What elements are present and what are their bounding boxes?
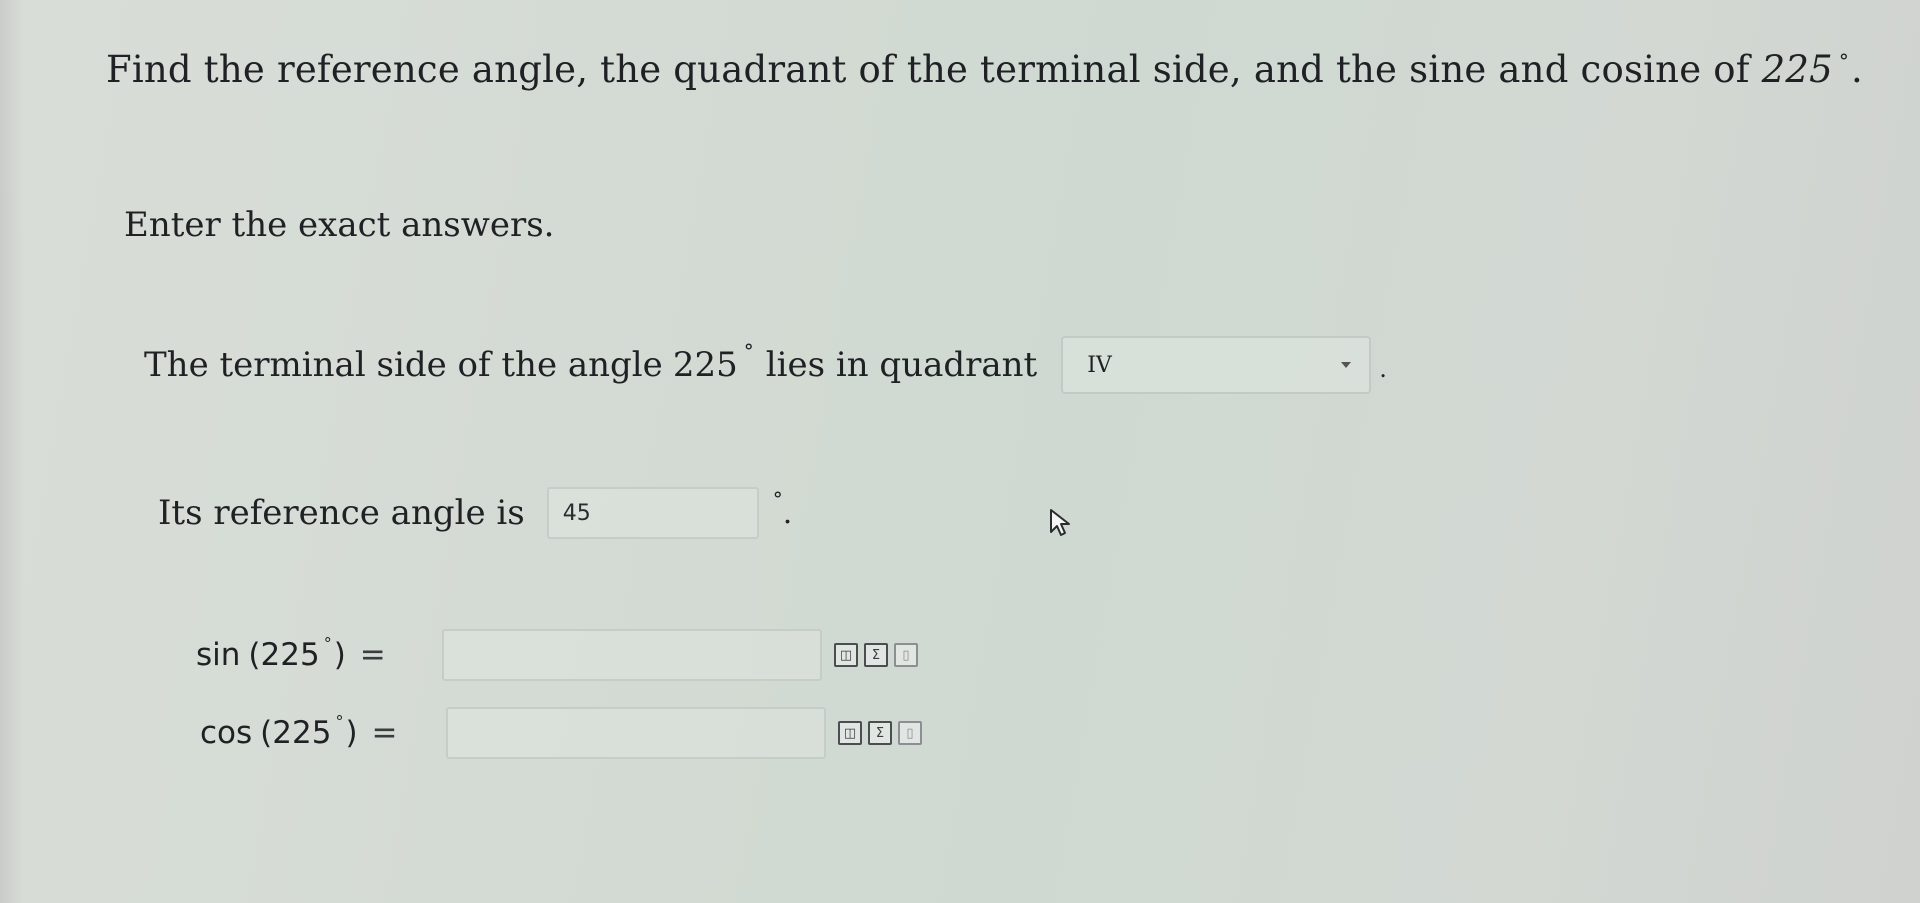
cosine-answer-tools: ◫ Σ ▯ (838, 721, 922, 745)
cosine-arg-close: ) (345, 715, 358, 751)
sine-answer-input[interactable] (442, 629, 822, 681)
equation-editor-icon[interactable]: Σ (864, 643, 888, 667)
sine-arg-open: (225 (248, 637, 320, 673)
instructions: Enter the exact answers. (124, 205, 555, 245)
reference-angle-input[interactable]: 45 (546, 487, 759, 539)
reference-degree-symbol: ° (772, 487, 783, 511)
sine-label: sin (225 °) = (196, 633, 442, 674)
cosine-answer-input[interactable] (446, 707, 826, 759)
sine-answer-tools: ◫ Σ ▯ (834, 643, 918, 667)
quadrant-row: The terminal side of the angle 225 ° lies… (144, 334, 1387, 396)
help-document-icon[interactable]: ▯ (898, 721, 922, 745)
prompt-text: Find the reference angle, the quadrant o… (106, 48, 1750, 91)
mouse-pointer-icon (1050, 509, 1070, 536)
graph-tool-icon[interactable]: ◫ (838, 721, 862, 745)
reference-angle-label: Its reference angle is (158, 493, 525, 533)
graph-tool-icon[interactable]: ◫ (834, 643, 858, 667)
cosine-equals: = (371, 715, 398, 751)
prompt-angle: 225 (1761, 48, 1833, 91)
sine-degree-symbol: ° (323, 633, 332, 653)
help-document-icon[interactable]: ▯ (894, 643, 918, 667)
quadrant-text-after: lies in quadrant (765, 345, 1038, 385)
chevron-down-icon (1341, 362, 1352, 368)
page-edge-shadow (0, 0, 24, 903)
question-page: Find the reference angle, the quadrant o… (0, 0, 1920, 903)
reference-angle-row: Its reference angle is 45 °. (158, 484, 792, 542)
cosine-arg-open: (225 (260, 715, 332, 751)
prompt-period: . (1851, 48, 1864, 91)
sine-arg-close: ) (333, 637, 346, 673)
quadrant-degree-symbol: ° (743, 339, 754, 363)
reference-period: . (782, 495, 793, 531)
quadrant-select[interactable]: IV (1061, 336, 1372, 394)
equation-editor-icon[interactable]: Σ (868, 721, 892, 745)
quadrant-selected-value: IV (1087, 352, 1112, 378)
sine-equals: = (359, 637, 386, 673)
sine-func-name: sin (196, 637, 241, 673)
cosine-degree-symbol: ° (335, 711, 344, 731)
cosine-row: cos (225 °) = ◫ Σ ▯ (200, 706, 922, 760)
quadrant-text-before: The terminal side of the angle (144, 345, 663, 385)
question-prompt: Find the reference angle, the quadrant o… (106, 48, 1863, 91)
cosine-func-name: cos (200, 715, 253, 751)
quadrant-angle: 225 (672, 345, 738, 385)
prompt-degree-symbol: ° (1838, 49, 1850, 73)
cosine-label: cos (225 °) = (200, 711, 446, 752)
quadrant-period: . (1379, 355, 1387, 383)
sine-row: sin (225 °) = ◫ Σ ▯ (196, 628, 918, 682)
reference-angle-value: 45 (562, 500, 591, 526)
